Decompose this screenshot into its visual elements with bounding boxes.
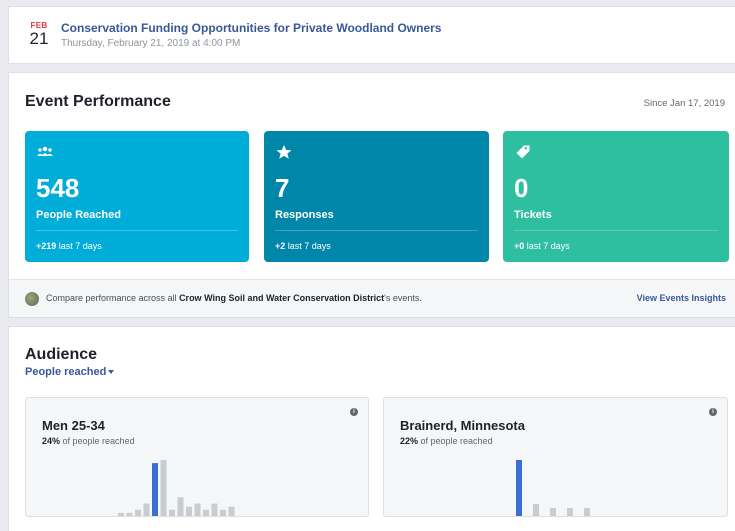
chart-bar bbox=[143, 503, 150, 516]
location-bars bbox=[516, 460, 590, 516]
audience-card-location: Brainerd, Minnesota 22% of people reache… bbox=[383, 397, 728, 517]
info-icon[interactable]: i bbox=[350, 408, 358, 416]
card-value: 7 bbox=[275, 173, 290, 203]
chart-bar bbox=[169, 509, 175, 516]
card-delta: +2 bbox=[275, 241, 286, 251]
chart-bar bbox=[118, 512, 124, 516]
card-divider bbox=[275, 230, 478, 231]
people-icon bbox=[37, 146, 53, 156]
event-header: FEB 21 Conservation Funding Opportunitie… bbox=[8, 6, 735, 64]
compare-prefix: Compare performance across all bbox=[46, 293, 180, 303]
ticket-icon bbox=[516, 145, 530, 159]
card-label: People Reached bbox=[36, 209, 121, 221]
chart-bar bbox=[177, 497, 184, 516]
chart-bar bbox=[186, 506, 192, 516]
card-delta-suffix: last 7 days bbox=[56, 241, 102, 251]
chart-bar bbox=[228, 506, 235, 516]
card-divider bbox=[514, 230, 718, 231]
chart-bar bbox=[194, 503, 201, 516]
chart-bar bbox=[135, 509, 141, 516]
card-delta: +219 bbox=[36, 241, 57, 251]
event-date: FEB 21 bbox=[27, 21, 51, 48]
chart-bar bbox=[567, 508, 573, 516]
card-footer: +2 last 7 days bbox=[275, 241, 331, 251]
chart-bar-highlight bbox=[516, 460, 522, 516]
audience-heading: Men 25-34 bbox=[42, 418, 105, 433]
audience-subtext: 24% of people reached bbox=[42, 436, 135, 446]
age-gender-chart bbox=[26, 398, 368, 516]
chart-bar bbox=[203, 509, 209, 516]
card-delta-suffix: last 7 days bbox=[285, 241, 331, 251]
info-icon[interactable]: i bbox=[709, 408, 717, 416]
card-value: 548 bbox=[36, 173, 80, 203]
audience-card-age-gender: Men 25-34 24% of people reached i bbox=[25, 397, 369, 517]
audience-metric-dropdown[interactable]: People reached bbox=[25, 366, 115, 378]
event-title-link[interactable]: Conservation Funding Opportunities for P… bbox=[61, 21, 441, 35]
card-label: Responses bbox=[275, 209, 334, 221]
chart-bar bbox=[220, 509, 226, 516]
dropdown-label: People reached bbox=[25, 366, 107, 378]
audience-percent: 24% bbox=[42, 436, 61, 446]
compare-org-name: Crow Wing Soil and Water Conservation Di… bbox=[179, 293, 385, 303]
audience-section: Audience People reached Men 25-34 24% of… bbox=[8, 326, 735, 531]
card-delta: +0 bbox=[514, 241, 525, 251]
chart-bar bbox=[160, 460, 167, 516]
card-delta-suffix: last 7 days bbox=[524, 241, 570, 251]
chart-bar-highlight bbox=[152, 463, 158, 516]
card-label: Tickets bbox=[514, 209, 552, 221]
page-avatar bbox=[25, 292, 39, 306]
event-datetime: Thursday, February 21, 2019 at 4:00 PM bbox=[61, 38, 241, 49]
chart-bar bbox=[126, 512, 133, 516]
compare-bar: Compare performance across all Crow Wing… bbox=[9, 279, 735, 317]
audience-heading: Brainerd, Minnesota bbox=[400, 418, 525, 433]
event-performance-section: Event Performance Since Jan 17, 2019 548… bbox=[8, 72, 735, 318]
audience-percent-suffix: of people reached bbox=[418, 436, 493, 446]
age-gender-bars bbox=[118, 460, 235, 516]
compare-text: Compare performance across all Crow Wing… bbox=[46, 293, 422, 303]
audience-percent: 22% bbox=[400, 436, 419, 446]
people-reached-card[interactable]: 548 People Reached +219 last 7 days bbox=[25, 131, 249, 262]
chart-bar bbox=[550, 508, 556, 516]
card-divider bbox=[36, 230, 238, 231]
audience-subtext: 22% of people reached bbox=[400, 436, 493, 446]
chart-bar bbox=[211, 503, 218, 516]
compare-suffix: 's events. bbox=[384, 293, 422, 303]
caret-down-icon bbox=[108, 370, 115, 375]
section-title: Audience bbox=[25, 346, 98, 363]
card-footer: +219 last 7 days bbox=[36, 241, 102, 251]
responses-card[interactable]: 7 Responses +2 last 7 days bbox=[264, 131, 489, 262]
chart-bar bbox=[584, 508, 590, 516]
section-title: Event Performance bbox=[25, 93, 171, 110]
tickets-card[interactable]: 0 Tickets +0 last 7 days bbox=[503, 131, 729, 262]
card-value: 0 bbox=[514, 173, 529, 203]
star-icon bbox=[276, 145, 292, 159]
card-footer: +0 last 7 days bbox=[514, 241, 570, 251]
location-chart bbox=[384, 398, 727, 516]
view-events-insights-link[interactable]: View Events Insights bbox=[637, 293, 726, 303]
audience-percent-suffix: of people reached bbox=[60, 436, 135, 446]
since-date: Since Jan 17, 2019 bbox=[643, 98, 725, 109]
event-date-day: 21 bbox=[29, 29, 49, 48]
chart-bar bbox=[533, 504, 539, 516]
